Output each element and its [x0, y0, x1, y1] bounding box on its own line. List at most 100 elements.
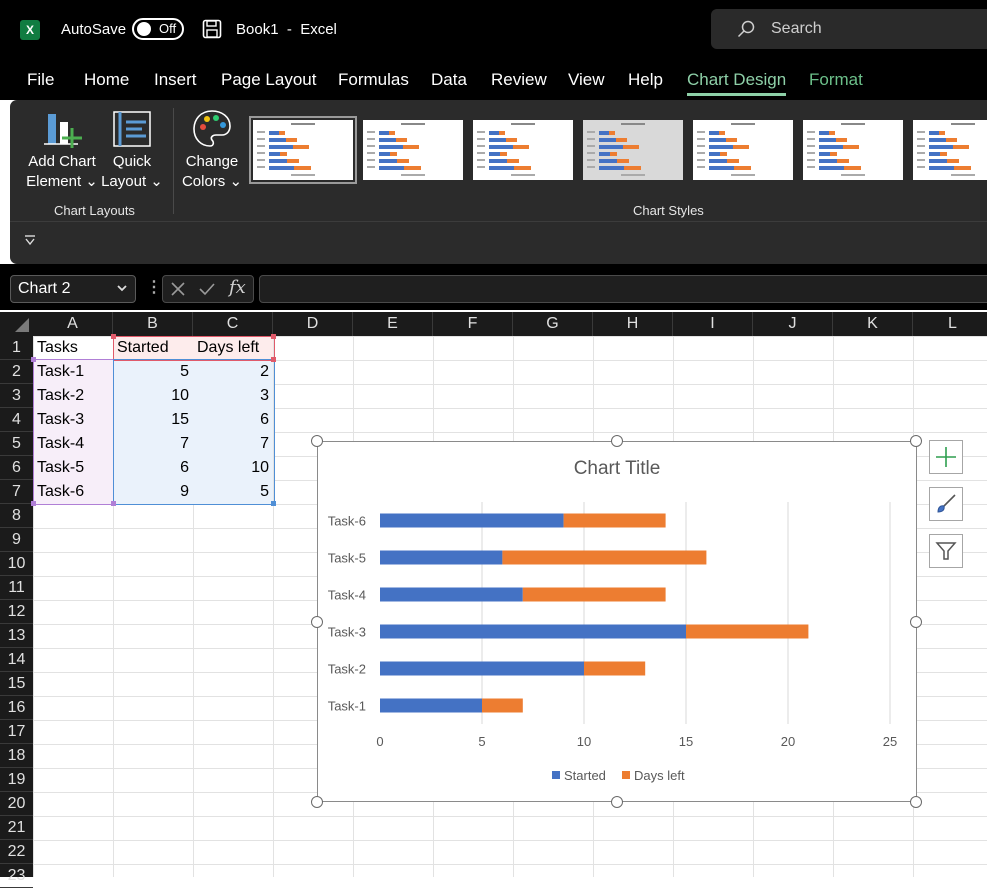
cell-a1[interactable]: Tasks: [33, 336, 113, 360]
palette-icon: [193, 110, 231, 147]
row-header-8[interactable]: 8: [0, 504, 33, 528]
resize-handle-top-right[interactable]: [910, 435, 922, 447]
bar-days-left: [584, 661, 646, 676]
tab-file[interactable]: File: [27, 70, 54, 90]
tab-review[interactable]: Review: [491, 70, 547, 90]
tab-view[interactable]: View: [568, 70, 605, 90]
chart-style-thumbnail[interactable]: [693, 120, 793, 180]
tab-page-layout[interactable]: Page Layout: [221, 70, 316, 90]
tab-data[interactable]: Data: [431, 70, 467, 90]
bar-started: [380, 587, 523, 602]
resize-handle-top-left[interactable]: [311, 435, 323, 447]
search-box[interactable]: Search: [711, 9, 987, 49]
tab-formulas[interactable]: Formulas: [338, 70, 409, 90]
range-handle[interactable]: [31, 357, 36, 362]
column-header-e[interactable]: E: [353, 312, 433, 336]
chart-style-thumbnail[interactable]: [249, 116, 357, 184]
column-header-f[interactable]: F: [433, 312, 513, 336]
column-header-j[interactable]: J: [753, 312, 833, 336]
range-handle[interactable]: [111, 334, 116, 339]
column-header-c[interactable]: C: [193, 312, 273, 336]
column-header-i[interactable]: I: [673, 312, 753, 336]
range-handle[interactable]: [271, 334, 276, 339]
row-header-4[interactable]: 4: [0, 408, 33, 432]
cancel-icon[interactable]: [170, 281, 186, 302]
select-all-corner[interactable]: [0, 312, 33, 336]
column-header-b[interactable]: B: [113, 312, 193, 336]
column-header-h[interactable]: H: [593, 312, 673, 336]
tab-home[interactable]: Home: [84, 70, 129, 90]
row-header-16[interactable]: 16: [0, 696, 33, 720]
chart-style-thumbnail[interactable]: [803, 120, 903, 180]
bar-days-left: [522, 587, 666, 602]
change-colors-button[interactable]: Change Colors ⌄: [180, 108, 244, 192]
row-header-21[interactable]: 21: [0, 816, 33, 840]
name-box-value: Chart 2: [18, 280, 71, 297]
column-header-g[interactable]: G: [513, 312, 593, 336]
row-header-18[interactable]: 18: [0, 744, 33, 768]
add-chart-element-button[interactable]: Add Chart Element ⌄: [24, 108, 100, 192]
formula-input[interactable]: [259, 275, 987, 303]
tab-insert[interactable]: Insert: [154, 70, 197, 90]
resize-handle-right[interactable]: [910, 616, 922, 628]
row-header-6[interactable]: 6: [0, 456, 33, 480]
chart-style-thumbnail[interactable]: [473, 120, 573, 180]
row-header-11[interactable]: 11: [0, 576, 33, 600]
chart-object[interactable]: Chart Title 0 5 10 15 20 25 Task-1 Task-2 Task-3…: [317, 441, 917, 802]
row-header-22[interactable]: 22: [0, 840, 33, 864]
row-header-15[interactable]: 15: [0, 672, 33, 696]
row-header-9[interactable]: 9: [0, 528, 33, 552]
chart-style-thumbnail[interactable]: [363, 120, 463, 180]
chart-elements-button[interactable]: [929, 440, 963, 474]
bar-started: [380, 698, 482, 713]
row-header-1[interactable]: 1: [0, 336, 33, 360]
row-header-3[interactable]: 3: [0, 384, 33, 408]
row-header-7[interactable]: 7: [0, 480, 33, 504]
row-header-12[interactable]: 12: [0, 600, 33, 624]
autosave-state: Off: [159, 21, 177, 36]
ribbon-separator: [173, 108, 174, 214]
autosave-toggle[interactable]: Off: [132, 18, 184, 40]
x-tick-label: 5: [478, 734, 485, 749]
bar-days-left: [563, 513, 666, 528]
chart-styles-button[interactable]: [929, 487, 963, 521]
row-header-5[interactable]: 5: [0, 432, 33, 456]
chart-style-thumbnail[interactable]: [913, 120, 987, 180]
quick-layout-button[interactable]: Quick Layout ⌄: [100, 108, 164, 192]
row-header-14[interactable]: 14: [0, 648, 33, 672]
name-box[interactable]: Chart 2: [10, 275, 136, 303]
tab-help[interactable]: Help: [628, 70, 663, 90]
add-chart-element-icon: [44, 114, 82, 148]
insert-function-fx-icon[interactable]: fx: [229, 277, 246, 298]
resize-handle-top[interactable]: [611, 435, 623, 447]
range-handle[interactable]: [111, 501, 116, 506]
range-handle[interactable]: [271, 501, 276, 506]
row-header-2[interactable]: 2: [0, 360, 33, 384]
tab-format[interactable]: Format: [809, 70, 863, 90]
column-header-a[interactable]: A: [33, 312, 113, 336]
column-header-l[interactable]: L: [913, 312, 987, 336]
change-colors-label-2: Colors ⌄: [181, 173, 243, 190]
chart-style-thumbnail[interactable]: [583, 120, 683, 180]
resize-handle-bottom[interactable]: [611, 796, 623, 808]
range-handle[interactable]: [31, 501, 36, 506]
ribbon-expand-icon[interactable]: [24, 234, 36, 249]
range-handle[interactable]: [271, 357, 276, 362]
column-header-d[interactable]: D: [273, 312, 353, 336]
chevron-down-icon: [115, 281, 129, 300]
resize-handle-left[interactable]: [311, 616, 323, 628]
chart-filters-button[interactable]: [929, 534, 963, 568]
column-header-k[interactable]: K: [833, 312, 913, 336]
save-icon[interactable]: [202, 19, 222, 44]
row-header-20[interactable]: 20: [0, 792, 33, 816]
row-header-10[interactable]: 10: [0, 552, 33, 576]
resize-handle-bottom-right[interactable]: [910, 796, 922, 808]
row-header-13[interactable]: 13: [0, 624, 33, 648]
row-header-19[interactable]: 19: [0, 768, 33, 792]
tab-chart-design[interactable]: Chart Design: [687, 70, 787, 96]
row-header-17[interactable]: 17: [0, 720, 33, 744]
resize-handle-bottom-left[interactable]: [311, 796, 323, 808]
enter-check-icon[interactable]: [198, 281, 216, 302]
row-header-23[interactable]: 23: [0, 864, 33, 888]
x-tick-label: 0: [376, 734, 383, 749]
